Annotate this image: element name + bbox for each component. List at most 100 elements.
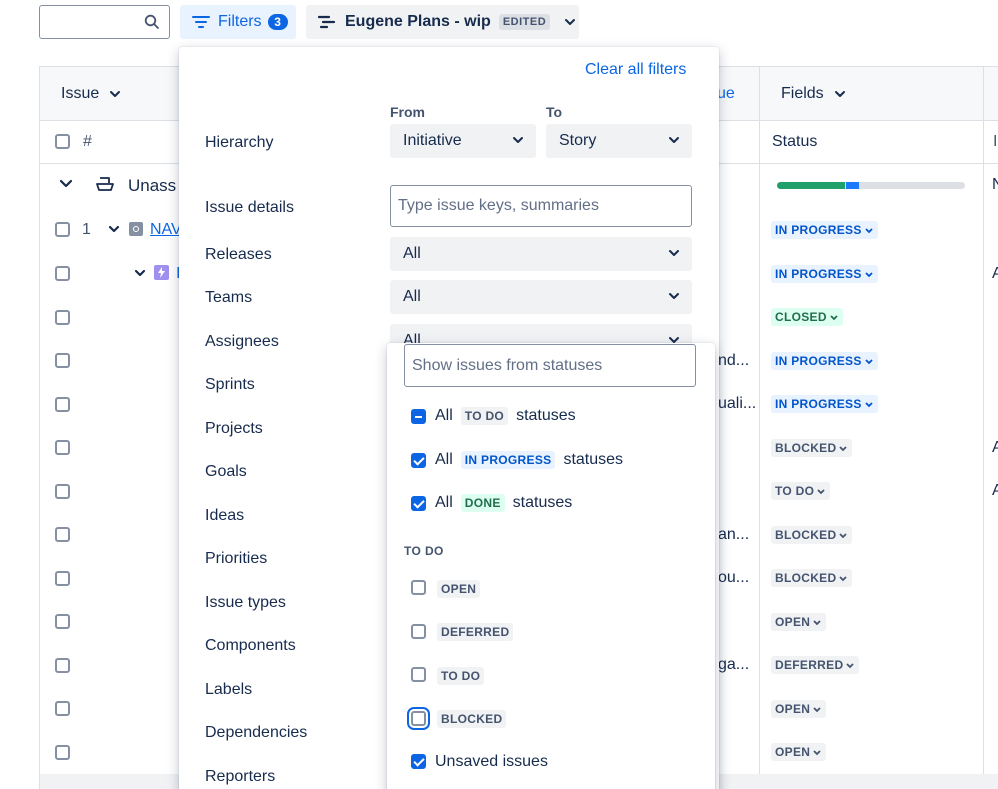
- row-checkbox[interactable]: [55, 310, 70, 325]
- status-open-lozenge[interactable]: OPEN: [437, 580, 481, 598]
- status-lozenge[interactable]: OPEN: [771, 613, 827, 631]
- search-input[interactable]: [39, 5, 170, 39]
- all-todo-option[interactable]: All TO DO statuses: [435, 407, 576, 425]
- edited-badge: EDITED: [498, 14, 551, 30]
- status-lozenge[interactable]: OPEN: [771, 743, 827, 761]
- filter-label-ideas: Ideas: [205, 507, 245, 524]
- status-lozenge[interactable]: IN PROGRESS: [771, 395, 878, 413]
- status-lozenge[interactable]: IN PROGRESS: [771, 352, 878, 370]
- clear-all-filters-link[interactable]: Clear all filters: [585, 61, 686, 79]
- select-all-checkbox[interactable]: [55, 134, 70, 149]
- chevron-down-icon: [813, 619, 821, 625]
- plan-view-button[interactable]: Eugene Plans - wip EDITED: [306, 5, 579, 39]
- row-checkbox[interactable]: [55, 527, 70, 542]
- hierarchy-from-value: Initiative: [403, 132, 462, 149]
- status-lozenge[interactable]: OPEN: [771, 700, 827, 718]
- chevron-down-icon: [669, 293, 679, 299]
- issue-key-link[interactable]: NAV: [150, 221, 182, 239]
- status-text: CLOSED: [775, 310, 827, 324]
- row-checkbox[interactable]: [55, 571, 70, 586]
- value-column-header-partial[interactable]: ue: [717, 85, 735, 103]
- chevron-down-icon: [669, 250, 679, 256]
- status-text: IN PROGRESS: [775, 223, 862, 237]
- todo-category-lozenge: TO DO: [460, 407, 509, 425]
- chevron-down-icon: [865, 358, 873, 364]
- issue-details-input[interactable]: Type issue keys, summaries: [390, 185, 692, 227]
- row-checkbox[interactable]: [55, 440, 70, 455]
- row-checkbox[interactable]: [55, 701, 70, 716]
- status-lozenge[interactable]: CLOSED: [771, 308, 843, 326]
- row-checkbox[interactable]: [55, 353, 70, 368]
- sprint-boat-icon: [96, 177, 114, 191]
- chevron-down-icon: [865, 401, 873, 407]
- row-checkbox[interactable]: [55, 614, 70, 629]
- chevron-down-icon: [513, 137, 523, 143]
- unsaved-issues-checkbox[interactable]: [411, 754, 426, 769]
- in-progress-category-lozenge: IN PROGRESS: [460, 451, 556, 469]
- issue-column-header[interactable]: Issue: [61, 85, 121, 103]
- status-blocked-lozenge[interactable]: BLOCKED: [437, 710, 507, 728]
- status-deferred-lozenge[interactable]: DEFERRED: [437, 623, 514, 641]
- right-cell-initial: A: [992, 439, 998, 456]
- right-cell-initial: A: [992, 265, 998, 282]
- row-checkbox[interactable]: [55, 266, 70, 281]
- hierarchy-label: Hierarchy: [205, 134, 274, 151]
- status-text: IN PROGRESS: [775, 267, 862, 281]
- status-text: TO DO: [775, 484, 815, 498]
- status-lozenge[interactable]: BLOCKED: [771, 569, 853, 587]
- timeline-icon: [318, 15, 336, 29]
- todo-section-header: TO DO: [404, 544, 444, 558]
- chevron-down-icon[interactable]: [134, 269, 146, 277]
- row-checkbox[interactable]: [55, 397, 70, 412]
- status-blocked-checkbox[interactable]: [407, 707, 430, 730]
- all-done-option[interactable]: All DONE statuses: [435, 494, 572, 512]
- status-deferred-checkbox[interactable]: [411, 624, 426, 639]
- row-checkbox[interactable]: [55, 484, 70, 499]
- chevron-down-icon: [110, 91, 121, 97]
- done-category-lozenge: DONE: [460, 494, 505, 512]
- fields-column-header[interactable]: Fields: [781, 85, 846, 103]
- column-separator: [983, 67, 984, 789]
- teams-select[interactable]: All: [390, 280, 692, 314]
- all-todo-checkbox[interactable]: [411, 409, 426, 424]
- chevron-down-icon[interactable]: [108, 225, 120, 233]
- chevron-down-icon: [813, 706, 821, 712]
- filters-button[interactable]: Filters 3: [180, 5, 296, 39]
- row-checkbox[interactable]: [55, 745, 70, 760]
- status-lozenge[interactable]: BLOCKED: [771, 526, 853, 544]
- all-in-progress-option[interactable]: All IN PROGRESS statuses: [435, 451, 623, 469]
- filter-label-goals: Goals: [205, 463, 247, 480]
- filter-label-components: Components: [205, 637, 296, 654]
- filter-label-issue-types: Issue types: [205, 594, 286, 611]
- truncated-summary: ga...: [718, 656, 750, 673]
- status-search-input[interactable]: Show issues from statuses: [404, 344, 696, 387]
- statuses-word: statuses: [563, 451, 624, 468]
- progress-done-segment: [777, 182, 845, 189]
- status-todo-checkbox[interactable]: [411, 667, 426, 682]
- teams-label: Teams: [205, 289, 253, 306]
- row-checkbox[interactable]: [55, 658, 70, 673]
- status-lozenge[interactable]: IN PROGRESS: [771, 265, 878, 283]
- releases-label: Releases: [205, 246, 272, 263]
- hierarchy-to-select[interactable]: Story: [546, 124, 692, 158]
- status-lozenge[interactable]: DEFERRED: [771, 656, 860, 674]
- releases-select[interactable]: All: [390, 237, 692, 271]
- unsaved-issues-option[interactable]: Unsaved issues: [435, 753, 548, 771]
- status-open-checkbox[interactable]: [411, 580, 426, 595]
- filter-label-projects: Projects: [205, 420, 263, 437]
- chevron-down-icon: [813, 749, 821, 755]
- issue-column-label: Issue: [61, 85, 100, 102]
- issue-details-placeholder: Type issue keys, summaries: [398, 197, 599, 214]
- all-done-checkbox[interactable]: [411, 496, 426, 511]
- status-lozenge[interactable]: IN PROGRESS: [771, 221, 878, 239]
- chevron-down-icon: [834, 91, 845, 97]
- row-checkbox[interactable]: [55, 222, 70, 237]
- status-lozenge[interactable]: TO DO: [771, 482, 831, 500]
- hierarchy-from-select[interactable]: Initiative: [390, 124, 536, 158]
- chevron-down-icon[interactable]: [59, 179, 73, 189]
- status-lozenge[interactable]: BLOCKED: [771, 439, 853, 457]
- filter-label-dependencies: Dependencies: [205, 724, 308, 741]
- all-in-progress-checkbox[interactable]: [411, 453, 426, 468]
- all-word: All: [435, 494, 453, 511]
- status-todo-lozenge[interactable]: TO DO: [437, 667, 485, 685]
